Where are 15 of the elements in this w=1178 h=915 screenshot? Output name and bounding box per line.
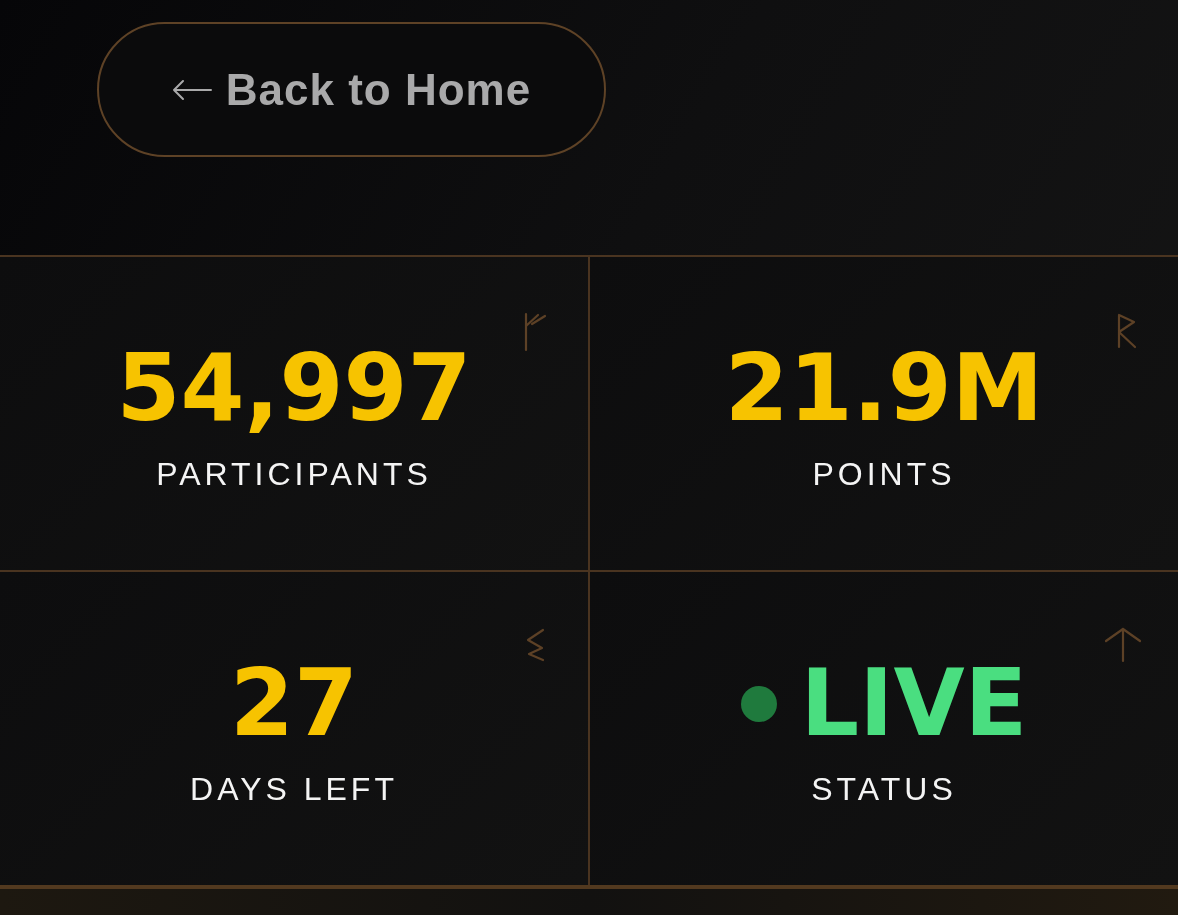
stat-label: DAYS LEFT <box>190 773 398 805</box>
stat-value: 27 <box>230 658 358 750</box>
stat-label: POINTS <box>812 458 956 490</box>
stat-label: STATUS <box>811 773 957 805</box>
stat-value: 54,997 <box>116 343 472 435</box>
rune-icon <box>1103 627 1143 663</box>
rune-icon <box>522 312 548 352</box>
stat-value: 21.9M <box>724 343 1044 435</box>
rune-icon <box>1116 313 1138 349</box>
stat-value: LIVE <box>800 658 1028 750</box>
rune-icon <box>524 628 546 662</box>
arrow-left-icon <box>171 78 212 101</box>
stat-label: PARTICIPANTS <box>156 458 432 490</box>
live-status-dot-icon <box>740 686 777 722</box>
back-to-home-button[interactable]: Back to Home <box>97 22 606 157</box>
